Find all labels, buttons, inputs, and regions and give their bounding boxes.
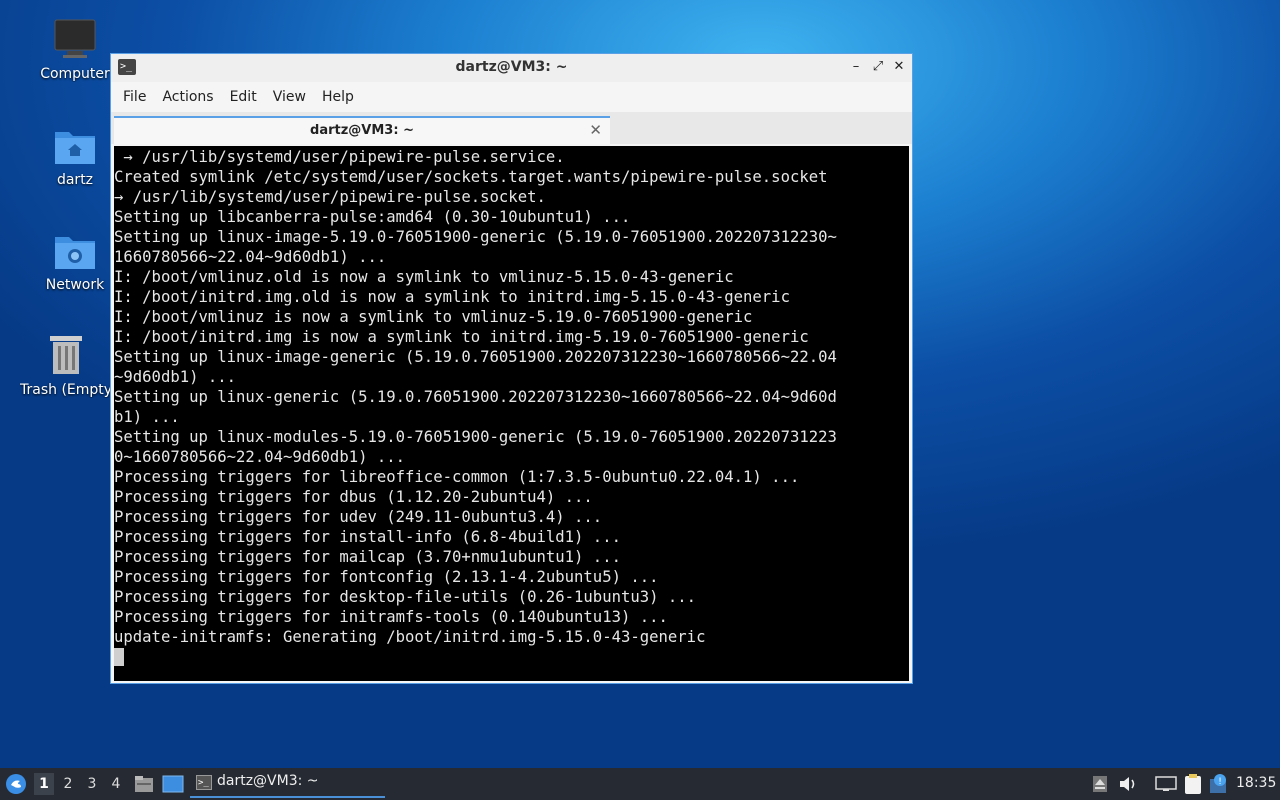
workspace-1[interactable]: 1: [34, 773, 54, 795]
updates-icon[interactable]: !: [1209, 773, 1229, 795]
menu-actions[interactable]: Actions: [154, 89, 221, 105]
terminal-line: Setting up linux-generic (5.19.0.7605190…: [114, 388, 837, 406]
terminal-line: → /usr/lib/systemd/user/pipewire-pulse.s…: [114, 148, 565, 166]
terminal-task-icon: >_: [196, 775, 212, 790]
terminal-line: Created symlink /etc/systemd/user/socket…: [114, 168, 828, 186]
terminal-line: Processing triggers for install-info (6.…: [114, 528, 621, 546]
terminal-line: Processing triggers for desktop-file-uti…: [114, 588, 697, 606]
trash-icon: [50, 336, 82, 374]
workspace-4[interactable]: 4: [106, 773, 126, 795]
workspace-2[interactable]: 2: [58, 773, 78, 795]
desktop-icon-label: Network: [45, 277, 105, 293]
volume-icon[interactable]: [1118, 775, 1138, 793]
terminal-line: Setting up linux-image-generic (5.19.0.7…: [114, 348, 837, 366]
clipboard-icon[interactable]: [1183, 773, 1203, 795]
terminal-line: Processing triggers for udev (249.11-0ub…: [114, 508, 603, 526]
terminal-line: Setting up libcanberra-pulse:amd64 (0.30…: [114, 208, 631, 226]
menu-view[interactable]: View: [265, 89, 314, 105]
show-desktop-icon[interactable]: [162, 775, 184, 793]
tab-label: dartz@VM3: ~: [310, 123, 414, 138]
terminal-cursor: [114, 648, 124, 666]
terminal-line: b1) ...: [114, 408, 180, 426]
network-tray-icon[interactable]: [1155, 776, 1177, 792]
app-menu-icon[interactable]: [5, 773, 27, 795]
terminal-line: 1660780566~22.04~9d60db1) ...: [114, 248, 387, 266]
terminal-line: Processing triggers for fontconfig (2.13…: [114, 568, 659, 586]
file-manager-icon[interactable]: [134, 775, 154, 793]
terminal-line: Setting up linux-modules-5.19.0-76051900…: [114, 428, 837, 446]
terminal-line: update-initramfs: Generating /boot/initr…: [114, 628, 706, 646]
monitor-icon: [54, 19, 96, 58]
desktop-icon-label: dartz: [56, 172, 94, 188]
terminal-line: → /usr/lib/systemd/user/pipewire-pulse.s…: [114, 188, 546, 206]
terminal-line: Processing triggers for dbus (1.12.20-2u…: [114, 488, 593, 506]
menu-help[interactable]: Help: [314, 89, 362, 105]
terminal-line: Processing triggers for mailcap (3.70+nm…: [114, 548, 621, 566]
menu-bar: File Actions Edit View Help: [111, 82, 912, 112]
window-title: dartz@VM3: ~: [455, 59, 568, 75]
terminal-line: Processing triggers for libreoffice-comm…: [114, 468, 800, 486]
terminal-line: ~9d60db1) ...: [114, 368, 237, 386]
desktop-icon-trash[interactable]: Trash (Empty): [20, 332, 112, 398]
terminal-line: Setting up linux-image-5.19.0-76051900-g…: [114, 228, 837, 246]
taskbar: 1 2 3 4 >_ dartz@VM3: ~ ! 18:35: [0, 768, 1280, 800]
terminal-line: I: /boot/initrd.img.old is now a symlink…: [114, 288, 790, 306]
terminal-line: I: /boot/vmlinuz is now a symlink to vml…: [114, 308, 753, 326]
taskbar-task-terminal[interactable]: >_ dartz@VM3: ~: [190, 770, 385, 798]
desktop-icon-label: Trash (Empty): [20, 382, 112, 398]
desktop-icon-network[interactable]: Network: [27, 229, 123, 293]
terminal-text: → /usr/lib/systemd/user/pipewire-pulse.s…: [114, 146, 909, 647]
maximize-button[interactable]: ⤢: [868, 57, 888, 77]
close-button[interactable]: ✕: [889, 57, 909, 77]
menu-edit[interactable]: Edit: [222, 89, 265, 105]
window-titlebar[interactable]: >_ dartz@VM3: ~ – ⤢ ✕: [111, 54, 912, 82]
terminal-line: Processing triggers for initramfs-tools …: [114, 608, 668, 626]
task-label: dartz@VM3: ~: [217, 773, 319, 789]
svg-text:!: !: [1218, 777, 1222, 787]
tab-bar: dartz@VM3: ~ ✕: [111, 112, 912, 144]
home-folder-icon: [55, 132, 95, 164]
terminal-tab[interactable]: dartz@VM3: ~ ✕: [114, 116, 610, 144]
clock[interactable]: 18:35: [1236, 775, 1276, 791]
eject-icon[interactable]: [1092, 775, 1108, 793]
menu-file[interactable]: File: [115, 89, 154, 105]
network-folder-icon: [55, 237, 95, 269]
terminal-line: I: /boot/vmlinuz.old is now a symlink to…: [114, 268, 734, 286]
terminal-line: 0~1660780566~22.04~9d60db1) ...: [114, 448, 406, 466]
minimize-button[interactable]: –: [846, 57, 866, 77]
terminal-window[interactable]: >_ dartz@VM3: ~ – ⤢ ✕ File Actions Edit …: [110, 53, 913, 684]
desktop-icon-home[interactable]: dartz: [27, 124, 123, 188]
desktop-icon-computer[interactable]: Computer: [27, 18, 123, 82]
desktop-icon-label: Computer: [40, 66, 110, 82]
terminal-output[interactable]: → /usr/lib/systemd/user/pipewire-pulse.s…: [114, 146, 909, 681]
tab-close-icon[interactable]: ✕: [589, 121, 602, 139]
terminal-line: I: /boot/initrd.img is now a symlink to …: [114, 328, 809, 346]
workspace-3[interactable]: 3: [82, 773, 102, 795]
